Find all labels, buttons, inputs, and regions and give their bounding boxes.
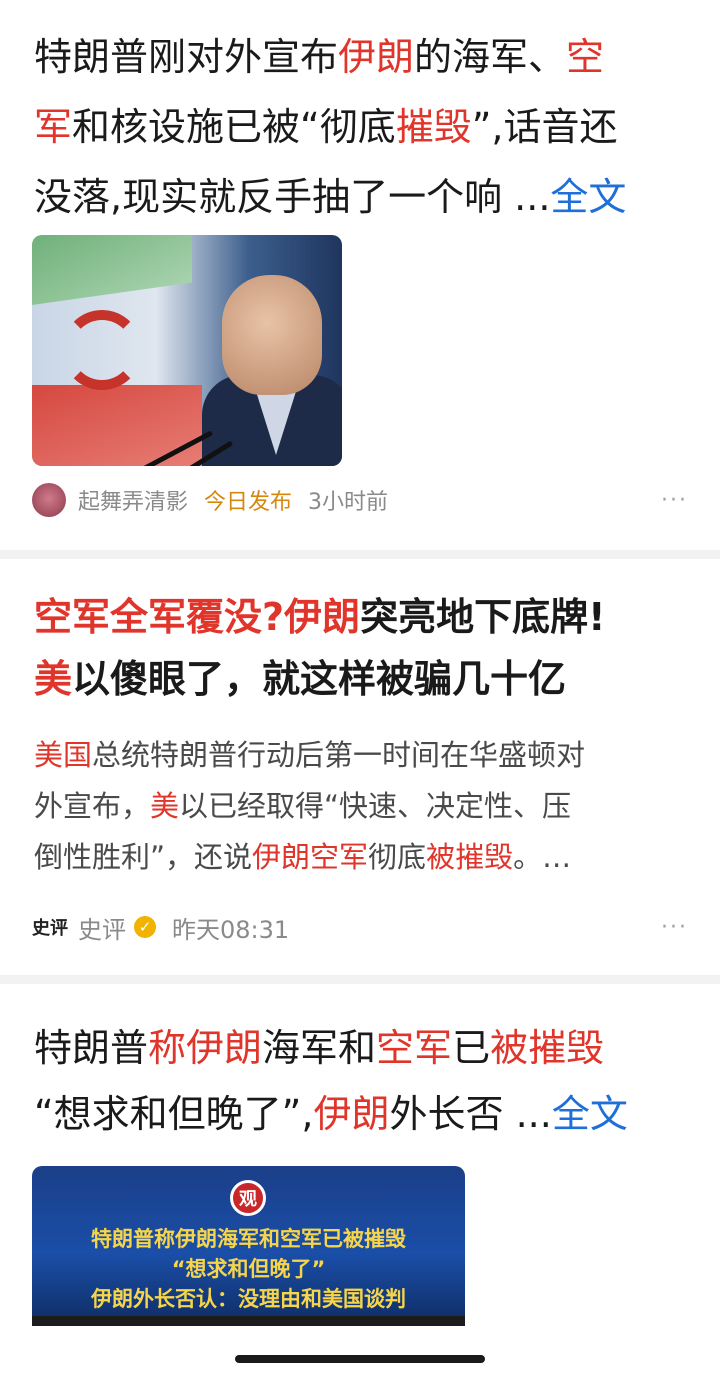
text-segment: 以已经取得“快速、决定性、压 (179, 789, 572, 823)
highlight-text: 被摧毁 (426, 840, 514, 874)
title-line: 特朗普称伊朗海军和空军已被摧毁 (34, 1015, 694, 1081)
banner-headline: 伊朗外长否认：没理由和美国谈判 (91, 1287, 406, 1311)
article-title[interactable]: 特朗普称伊朗海军和空军已被摧毁 “想求和但晚了”,伊朗外长否 ...全文 (34, 1015, 694, 1147)
highlight-text: 伊朗 (338, 35, 415, 79)
fulltext-link[interactable]: 全文 (552, 1092, 628, 1136)
title-line: “想求和但晚了”,伊朗外长否 ...全文 (34, 1081, 694, 1147)
home-indicator[interactable] (235, 1355, 485, 1363)
text-segment: 外宣布， (34, 789, 151, 823)
highlight-text: 称伊朗 (148, 1026, 263, 1070)
title-line: 军和核设施已被“彻底摧毁”,话音还 (34, 92, 694, 162)
article-meta: 起舞弄清影 今日发布 3小时前 ··· (32, 482, 688, 518)
text-segment: 和核设施已被“彻底 (72, 105, 396, 149)
summary-line: 外宣布，美以已经取得“快速、决定性、压 (34, 781, 694, 832)
divider (0, 550, 720, 559)
highlight-text: 伊朗 (284, 595, 361, 639)
article-summary[interactable]: 美国总统特朗普行动后第一时间在华盛顿对 外宣布，美以已经取得“快速、决定性、压 … (34, 730, 694, 883)
publish-time: 3小时前 (308, 490, 389, 515)
highlight-text: 空军全军覆没? (34, 595, 285, 639)
article-title[interactable]: 空军全军覆没?伊朗突亮地下底牌! 美以傻眼了，就这样被骗几十亿 (34, 586, 694, 710)
banner-headline: 特朗普称伊朗海军和空军已被摧毁 (91, 1227, 406, 1251)
highlight-text: 军 (34, 105, 73, 149)
title-line: 空军全军覆没?伊朗突亮地下底牌! (34, 586, 694, 648)
highlight-text: 美 (150, 789, 180, 823)
text-segment: ”,话音还 (471, 105, 618, 149)
article-card-3[interactable]: 特朗普称伊朗海军和空军已被摧毁 “想求和但晚了”,伊朗外长否 ...全文 观 特… (0, 985, 720, 1375)
highlight-text: 美国 (34, 738, 93, 772)
text-segment: 没落,现实就反手抽了一个响 (34, 175, 515, 219)
avatar[interactable] (32, 483, 66, 517)
article-card-1[interactable]: 特朗普刚对外宣布伊朗的海军、空 军和核设施已被“彻底摧毁”,话音还 没落,现实就… (0, 0, 720, 550)
author-name[interactable]: 史评 (78, 910, 126, 945)
title-line: 特朗普刚对外宣布伊朗的海军、空 (34, 22, 694, 92)
highlight-text: 伊朗 (313, 1092, 390, 1136)
verified-icon: ✓ (134, 916, 156, 938)
more-options-icon[interactable]: ··· (661, 915, 688, 940)
image-band (32, 1316, 465, 1326)
banner-headline: “想求和但晚了” (171, 1257, 326, 1281)
ellipsis: ... (515, 1092, 552, 1136)
article-thumbnail[interactable]: 观 特朗普称伊朗海军和空军已被摧毁 “想求和但晚了” 伊朗外长否认：没理由和美国… (32, 1166, 465, 1326)
highlight-text: 美 (34, 657, 73, 701)
text-segment: 特朗普刚对外宣布 (34, 35, 339, 79)
more-options-icon[interactable]: ··· (661, 488, 688, 513)
text-segment: 以傻眼了，就这样被骗几十亿 (72, 657, 567, 701)
article-title[interactable]: 特朗普刚对外宣布伊朗的海军、空 军和核设施已被“彻底摧毁”,话音还 没落,现实就… (34, 22, 694, 232)
text-segment: 已 (452, 1026, 491, 1070)
speaker-face (222, 275, 322, 395)
title-line-text: “想求和但晚了”,伊朗外长否 (34, 1092, 516, 1136)
title-line: 美以傻眼了，就这样被骗几十亿 (34, 648, 694, 710)
publish-badge: 今日发布 (204, 490, 293, 515)
publish-time: 昨天08:31 (172, 915, 290, 944)
text-segment: 的海军、 (414, 35, 567, 79)
article-meta: 史评 史评 ✓ 昨天08:31 ··· (32, 907, 688, 947)
avatar[interactable]: 史评 (32, 912, 68, 942)
text-segment: 外长否 (389, 1092, 516, 1136)
highlight-text: 空 (566, 35, 605, 79)
article-card-2[interactable]: 空军全军覆没?伊朗突亮地下底牌! 美以傻眼了，就这样被骗几十亿 美国总统特朗普行… (0, 560, 720, 975)
highlight-text: 空军 (376, 1026, 453, 1070)
fulltext-link[interactable]: 全文 (550, 175, 626, 219)
ellipsis: ... (514, 175, 551, 219)
text-segment: “想求和但晚了”, (34, 1092, 314, 1136)
text-segment: 总统特朗普行动后第一时间在华盛顿对 (92, 738, 586, 772)
flag-emblem (62, 310, 142, 390)
text-segment: 倒性胜利”，还说 (34, 840, 253, 874)
title-line: 没落,现实就反手抽了一个响 ...全文 (34, 162, 694, 232)
news-feed: 特朗普刚对外宣布伊朗的海军、空 军和核设施已被“彻底摧毁”,话音还 没落,现实就… (0, 0, 720, 1375)
highlight-text: 伊朗空军 (252, 840, 369, 874)
summary-line: 倒性胜利”，还说伊朗空军彻底被摧毁。… (34, 832, 694, 883)
title-line-text: 没落,现实就反手抽了一个响 (34, 175, 514, 219)
text-segment: 。… (513, 840, 572, 874)
text-segment: 彻底 (368, 840, 427, 874)
text-segment: 海军和 (262, 1026, 377, 1070)
highlight-text: 被摧毁 (490, 1026, 605, 1070)
highlight-text: 摧毁 (395, 105, 472, 149)
text-segment: 特朗普 (34, 1026, 149, 1070)
divider (0, 975, 720, 984)
author-name[interactable]: 起舞弄清影 (78, 484, 188, 516)
article-thumbnail[interactable] (32, 235, 342, 466)
summary-line: 美国总统特朗普行动后第一时间在华盛顿对 (34, 730, 694, 781)
flag-stripe (32, 235, 192, 305)
text-segment: 突亮地下底牌! (360, 595, 606, 639)
news-logo-icon: 观 (230, 1180, 266, 1216)
